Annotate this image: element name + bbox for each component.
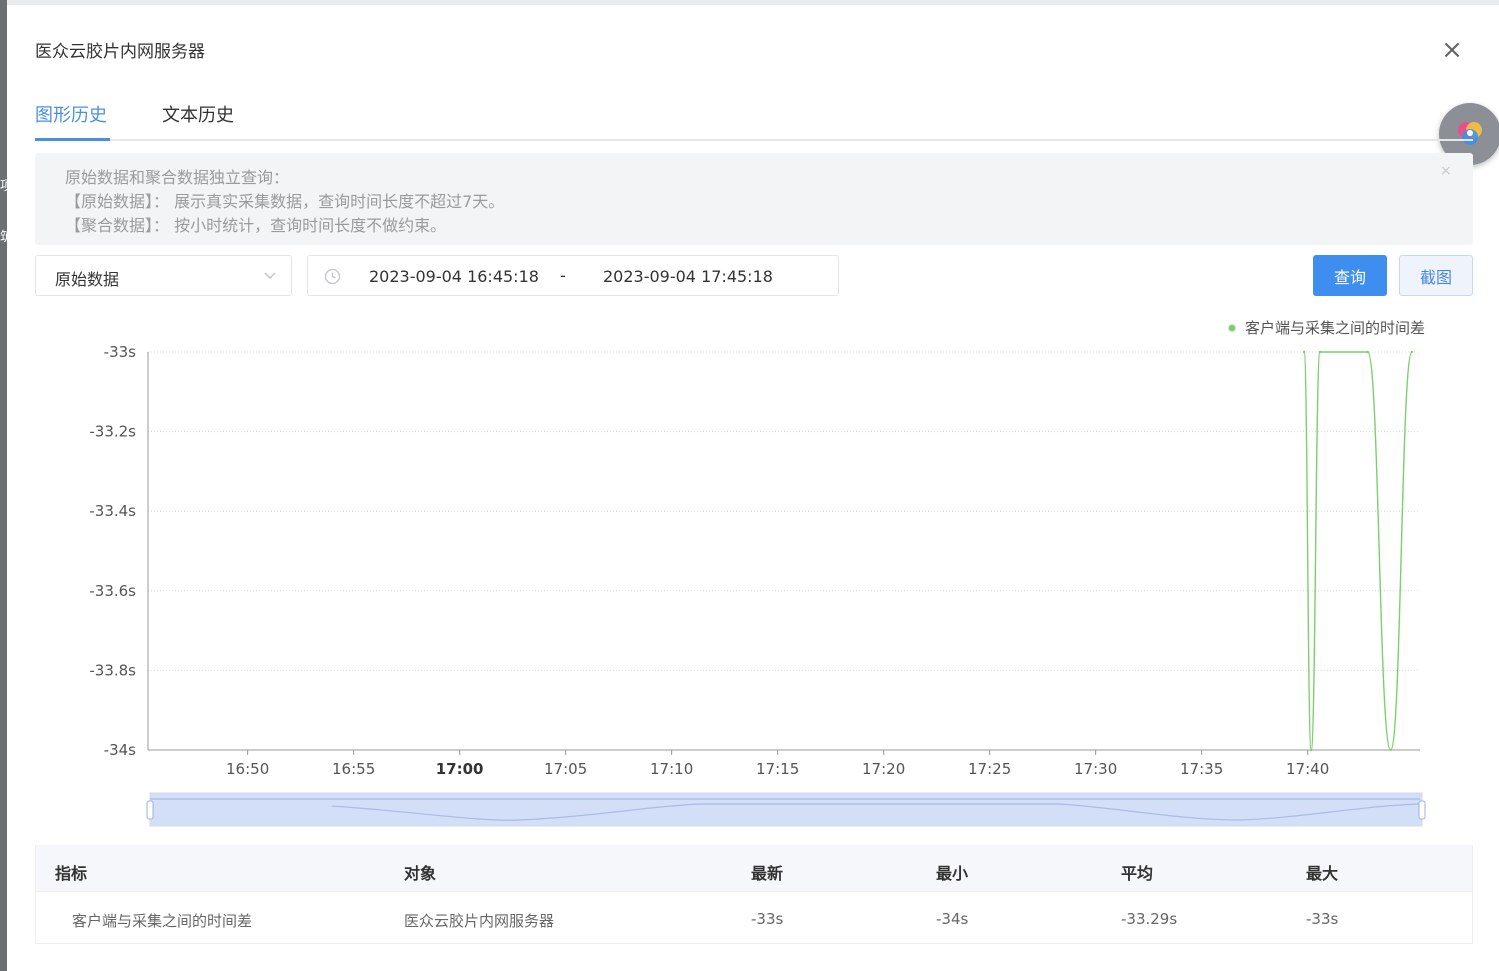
column-header: 平均 [1121, 864, 1154, 883]
column-header: 最新 [751, 864, 784, 883]
column-header: 对象 [404, 864, 437, 883]
query-button[interactable]: 查询 [1313, 255, 1387, 296]
table-header: 指标 对象 最新 最小 平均 最大 [36, 845, 1472, 892]
notice-close-icon[interactable]: × [1440, 163, 1452, 179]
table-row[interactable]: 客户端与采集之间的时间差 医众云胶片内网服务器 -33s -34s -33.29… [36, 893, 1472, 944]
close-icon: × [1441, 35, 1463, 65]
zoom-selection[interactable] [150, 793, 1422, 826]
cell-metric: 客户端与采集之间的时间差 [72, 912, 253, 930]
range-start-input[interactable]: 2023-09-04 16:45:18 [369, 267, 539, 286]
zoom-end-handle[interactable] [1418, 800, 1426, 820]
time-range-picker[interactable]: 2023-09-04 16:45:18 - 2023-09-04 17:45:1… [307, 255, 839, 296]
cell-max: -33s [1306, 910, 1339, 928]
close-button[interactable]: × [1439, 37, 1465, 63]
tab-graph-history[interactable]: 图形历史 [35, 101, 110, 141]
background-window-edge: 项 筑 [0, 0, 7, 971]
notice-line: 【聚合数据】： 按小时统计，查询时间长度不做约束。 [65, 216, 447, 235]
tab-text-history[interactable]: 文本历史 [162, 101, 234, 141]
screenshot-button[interactable]: 截图 [1399, 255, 1473, 296]
background-text: 筑 [0, 230, 7, 245]
cell-avg: -33.29s [1121, 910, 1178, 928]
info-notice: 原始数据和聚合数据独立查询： 【原始数据】： 展示真实采集数据，查询时间长度不超… [35, 153, 1473, 245]
column-header: 最大 [1306, 864, 1339, 883]
cell-latest: -33s [751, 910, 784, 928]
notice-line: 原始数据和聚合数据独立查询： [65, 168, 290, 187]
dialog-title: 医众云胶片内网服务器 [35, 42, 205, 62]
chevron-down-icon [264, 272, 276, 280]
zoom-start-handle[interactable] [146, 800, 154, 820]
clock-icon [324, 268, 341, 285]
range-separator: - [560, 266, 566, 285]
cell-min: -34s [936, 910, 969, 928]
data-type-value: 原始数据 [55, 270, 120, 289]
column-header: 指标 [55, 864, 88, 883]
background-text: 项 [0, 179, 7, 194]
range-end-input[interactable]: 2023-09-04 17:45:18 [603, 267, 773, 286]
stats-table: 指标 对象 最新 最小 平均 最大 客户端与采集之间的时间差 医众云胶片内网服务… [35, 845, 1473, 944]
notice-line: 【原始数据】： 展示真实采集数据，查询时间长度不超过7天。 [65, 192, 505, 211]
data-zoom-slider[interactable] [146, 792, 1426, 827]
tab-bar: 图形历史 文本历史 [35, 99, 1473, 141]
cell-object: 医众云胶片内网服务器 [404, 912, 555, 930]
column-header: 最小 [936, 864, 969, 883]
data-type-select[interactable]: 原始数据 [35, 255, 292, 296]
